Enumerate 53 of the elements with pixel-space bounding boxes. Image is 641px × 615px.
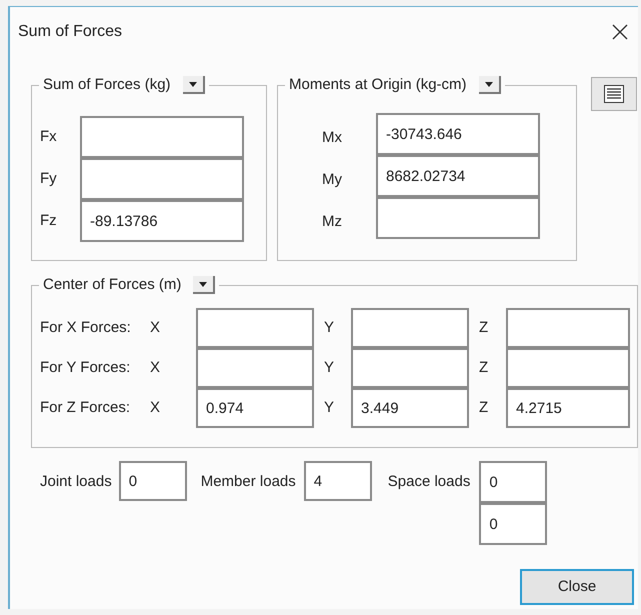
value-field[interactable]: 0 xyxy=(479,461,548,503)
field-label: My xyxy=(321,170,343,190)
joint-loads-label: Joint loads xyxy=(40,472,112,492)
value-field[interactable] xyxy=(196,308,314,348)
value-field[interactable] xyxy=(351,308,469,348)
value-field[interactable] xyxy=(376,197,540,239)
group-title: Moments at Origin (kg-cm) xyxy=(289,75,467,95)
axis-label: X xyxy=(150,398,162,418)
value-field[interactable]: -30743.646 xyxy=(376,113,540,155)
value-field[interactable]: 4.2715 xyxy=(506,388,630,428)
axis-label: Y xyxy=(323,318,336,338)
field-label: Fz xyxy=(39,210,58,231)
value-field[interactable]: 0.974 xyxy=(196,388,314,428)
list-icon xyxy=(604,85,624,103)
value-field[interactable] xyxy=(80,116,244,158)
member-loads-label: Member loads xyxy=(200,472,296,492)
axis-label: Z xyxy=(478,318,490,338)
value-field[interactable] xyxy=(196,348,314,388)
group-title: Sum of Forces (kg) xyxy=(43,75,171,95)
list-button[interactable] xyxy=(591,77,637,111)
dropdown-button[interactable] xyxy=(193,276,216,294)
space-loads-label: Space loads xyxy=(388,472,470,492)
dropdown-button[interactable] xyxy=(478,76,501,94)
value-field[interactable] xyxy=(506,348,630,388)
value-field[interactable]: 8682.02734 xyxy=(376,155,540,197)
field-label: Fx xyxy=(39,126,58,147)
caret-icon xyxy=(199,282,208,287)
axis-label: Y xyxy=(323,398,336,418)
value-field[interactable]: 0 xyxy=(118,461,187,501)
value-field[interactable] xyxy=(506,308,630,348)
row-label: For Z Forces: xyxy=(39,398,132,418)
value-field[interactable]: 4 xyxy=(304,461,372,501)
value-field[interactable]: 0 xyxy=(479,503,548,545)
window-title: Sum of Forces xyxy=(18,22,122,42)
value-field[interactable]: -89.13786 xyxy=(80,200,244,242)
dropdown-button[interactable] xyxy=(182,76,205,94)
field-label: Mx xyxy=(321,128,343,148)
field-label: Fy xyxy=(39,168,58,189)
caret-icon xyxy=(484,82,493,87)
row-label: For Y Forces: xyxy=(39,358,132,378)
axis-label: Z xyxy=(478,358,490,378)
value-field[interactable] xyxy=(351,348,469,388)
axis-label: X xyxy=(150,358,162,378)
row-label: For X Forces: xyxy=(39,318,132,338)
caret-icon xyxy=(188,82,197,87)
value-field[interactable] xyxy=(80,158,244,200)
axis-label: Y xyxy=(323,358,336,378)
group-title: Center of Forces (m) xyxy=(43,275,182,295)
axis-label: X xyxy=(150,318,162,338)
value-field[interactable]: 3.449 xyxy=(351,388,469,428)
close-button[interactable]: Close xyxy=(520,569,634,605)
axis-label: Z xyxy=(478,398,490,418)
field-label: Mz xyxy=(321,212,343,232)
